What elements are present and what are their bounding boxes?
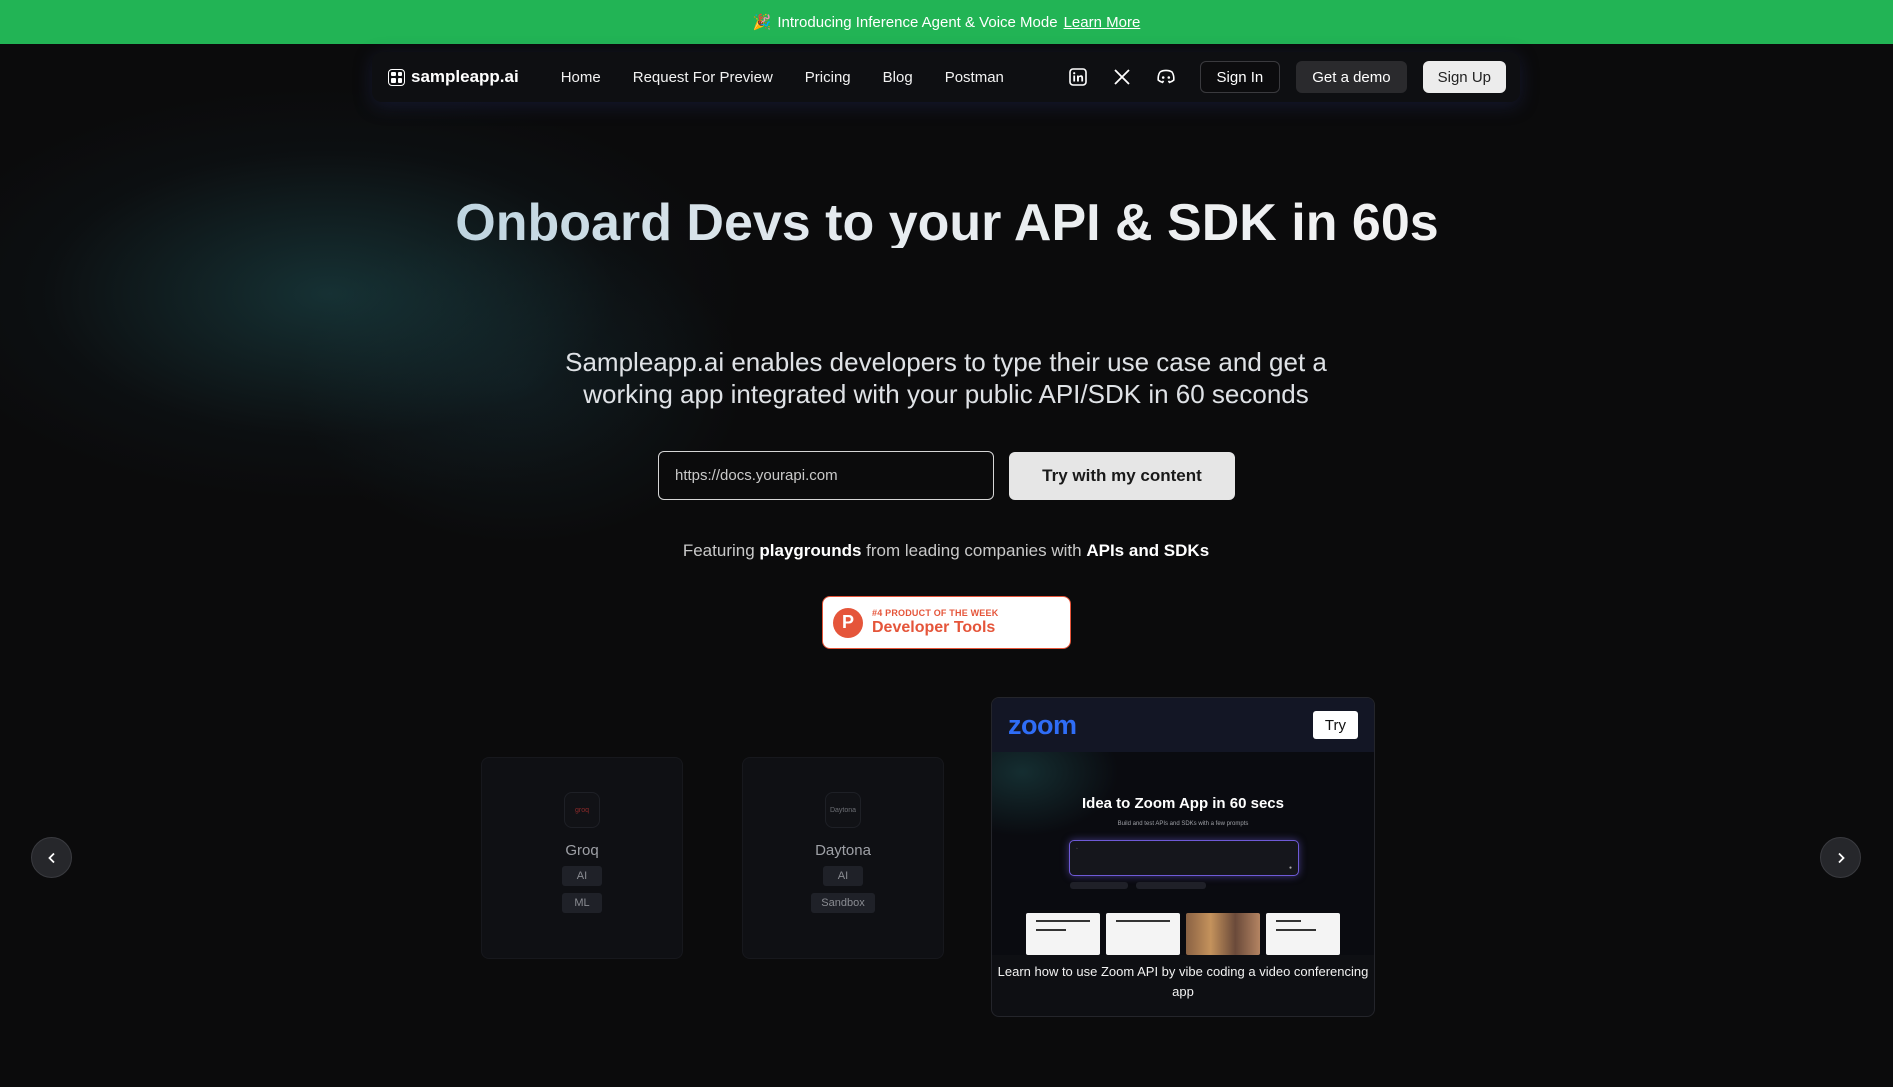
zoom-card-header: zoom Try [992,698,1374,752]
playground-card-zoom[interactable]: zoom Try Idea to Zoom App in 60 secs Bui… [991,697,1375,1017]
learn-more-link[interactable]: Learn More [1064,14,1141,31]
nav-link-request-preview[interactable]: Request For Preview [633,69,773,86]
logo-text: sampleapp.ai [411,67,519,86]
chevron-right-icon [1837,852,1845,863]
sign-in-button[interactable]: Sign In [1199,61,1281,93]
nav-link-postman[interactable]: Postman [945,69,1004,86]
card-name: Daytona [815,842,871,859]
carousel-prev-button[interactable] [31,837,72,878]
featuring-part-2: from leading companies with [866,541,1082,560]
nav-link-blog[interactable]: Blog [883,69,913,86]
preview-chips [1070,882,1206,889]
preview-subtitle: Build and test APIs and SDKs with a few … [1117,821,1249,827]
logo-icon [388,68,405,86]
daytona-logo-icon: Daytona [825,792,861,828]
zoom-preview-image: Idea to Zoom App in 60 secs Build and te… [992,752,1374,955]
linkedin-icon[interactable] [1068,67,1088,87]
sign-up-button[interactable]: Sign Up [1422,61,1506,93]
featuring-part-1: Featuring [682,541,755,560]
preview-thumbnails [1026,913,1340,955]
card-tag: Sandbox [811,893,875,913]
card-tag: ML [562,893,602,913]
carousel-next-button[interactable] [1820,837,1861,878]
site-logo[interactable]: sampleapp.ai [388,67,519,87]
party-popper-icon: 🎉 [752,14,772,31]
preview-thumbnail [1266,913,1340,955]
nav-links: Home Request For Preview Pricing Blog Po… [561,69,1004,86]
badge-rank: #4 PRODUCT OF THE WEEK [872,608,999,618]
banner-text: Introducing Inference Agent & Voice Mode [777,13,1058,31]
featuring-text: Featuring playgrounds from leading compa… [546,541,1346,561]
docs-url-input[interactable] [658,451,994,500]
playground-card-daytona[interactable]: Daytona Daytona AI Sandbox [742,757,944,959]
announcement-banner: 🎉 Introducing Inference Agent & Voice Mo… [0,0,1893,44]
preview-send-icon: ● [1288,865,1292,871]
try-with-content-button[interactable]: Try with my content [1009,452,1235,500]
preview-title: Idea to Zoom App in 60 secs [1082,795,1284,812]
nav-link-pricing[interactable]: Pricing [805,69,851,86]
featuring-bold-1: playgrounds [759,541,862,560]
x-icon[interactable] [1112,67,1132,87]
get-demo-button[interactable]: Get a demo [1296,61,1407,93]
badge-category: Developer Tools [872,619,996,636]
preview-thumbnail [1186,913,1260,955]
nav-link-home[interactable]: Home [561,69,601,86]
card-name: Groq [565,842,599,859]
product-hunt-badge[interactable]: P #4 PRODUCT OF THE WEEK Developer Tools [822,596,1071,649]
card-tag: AI [823,866,863,886]
chevron-left-icon [47,852,55,863]
social-icons [1068,67,1176,87]
playground-card-groq[interactable]: groq Groq AI ML [481,757,683,959]
discord-icon[interactable] [1156,67,1176,87]
card-tag: AI [562,866,602,886]
navbar: sampleapp.ai Home Request For Preview Pr… [372,52,1520,102]
preview-thumbnail [1026,913,1100,955]
product-hunt-icon: P [833,607,863,638]
zoom-logo: zoom [1008,709,1077,740]
zoom-card-caption: Learn how to use Zoom API by vibe coding… [997,964,1369,999]
groq-logo-icon: groq [564,792,600,828]
preview-prompt-placeholder-icon: ◦ [1076,846,1078,852]
zoom-try-button[interactable]: Try [1312,711,1358,739]
preview-thumbnail [1106,913,1180,955]
hero-title: Onboard Devs to your API & SDK in 60s [430,197,1464,249]
hero-subtitle: Sampleapp.ai enables developers to type … [565,347,1327,409]
preview-prompt-box: ◦ ● [1069,840,1299,876]
featuring-bold-2: APIs and SDKs [1086,541,1210,560]
